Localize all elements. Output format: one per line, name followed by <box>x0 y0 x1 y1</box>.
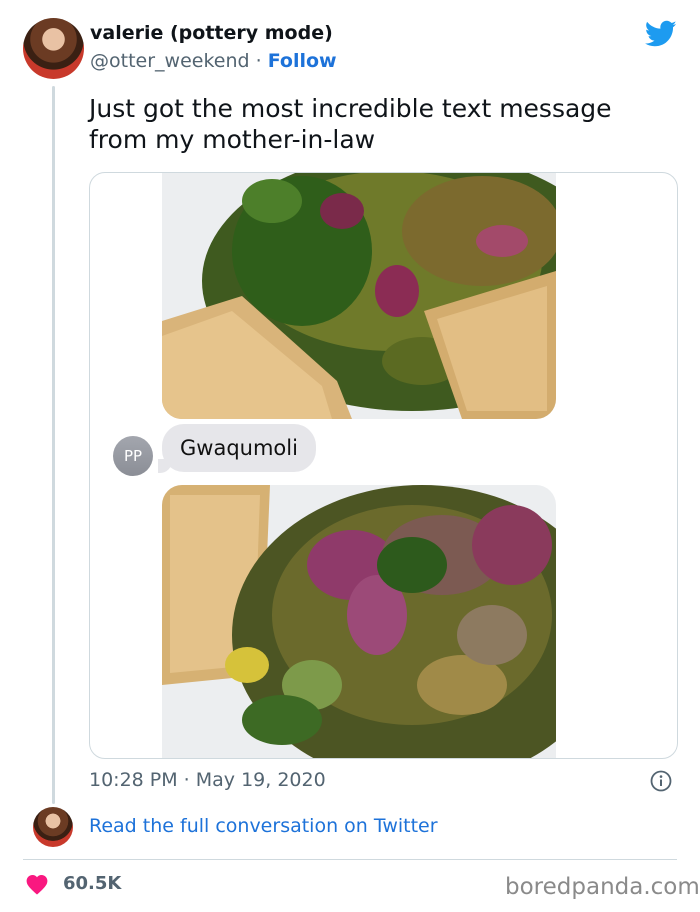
author-handle[interactable]: @otter_weekend <box>90 50 250 72</box>
guacamole-photo-bottom[interactable] <box>162 485 556 758</box>
media-card[interactable]: PP Gwaqumoli <box>89 172 678 759</box>
footer-divider <box>23 859 677 860</box>
follow-link[interactable]: Follow <box>268 50 337 72</box>
tweet-text: Just got the most incredible text messag… <box>89 94 612 154</box>
author-handle-row: @otter_weekend · Follow <box>90 50 337 72</box>
guacamole-photo-top[interactable] <box>162 173 556 419</box>
twitter-bird-icon[interactable] <box>645 20 677 48</box>
tweet-embed: valerie (pottery mode) @otter_weekend · … <box>0 0 700 912</box>
contact-avatar: PP <box>113 436 153 476</box>
message-bubble: Gwaqumoli <box>162 424 316 472</box>
author-display-name[interactable]: valerie (pottery mode) <box>90 22 333 44</box>
info-icon[interactable] <box>650 770 672 792</box>
read-conversation-link[interactable]: Read the full conversation on Twitter <box>89 815 438 837</box>
thread-line <box>52 86 55 804</box>
handle-separator: · <box>255 50 262 72</box>
heart-icon[interactable] <box>25 873 49 895</box>
author-avatar-small[interactable] <box>33 807 73 847</box>
author-avatar[interactable] <box>23 18 84 79</box>
like-count[interactable]: 60.5K <box>63 873 121 894</box>
tweet-timestamp[interactable]: 10:28 PM · May 19, 2020 <box>89 769 326 791</box>
watermark: boredpanda.com <box>505 874 700 900</box>
